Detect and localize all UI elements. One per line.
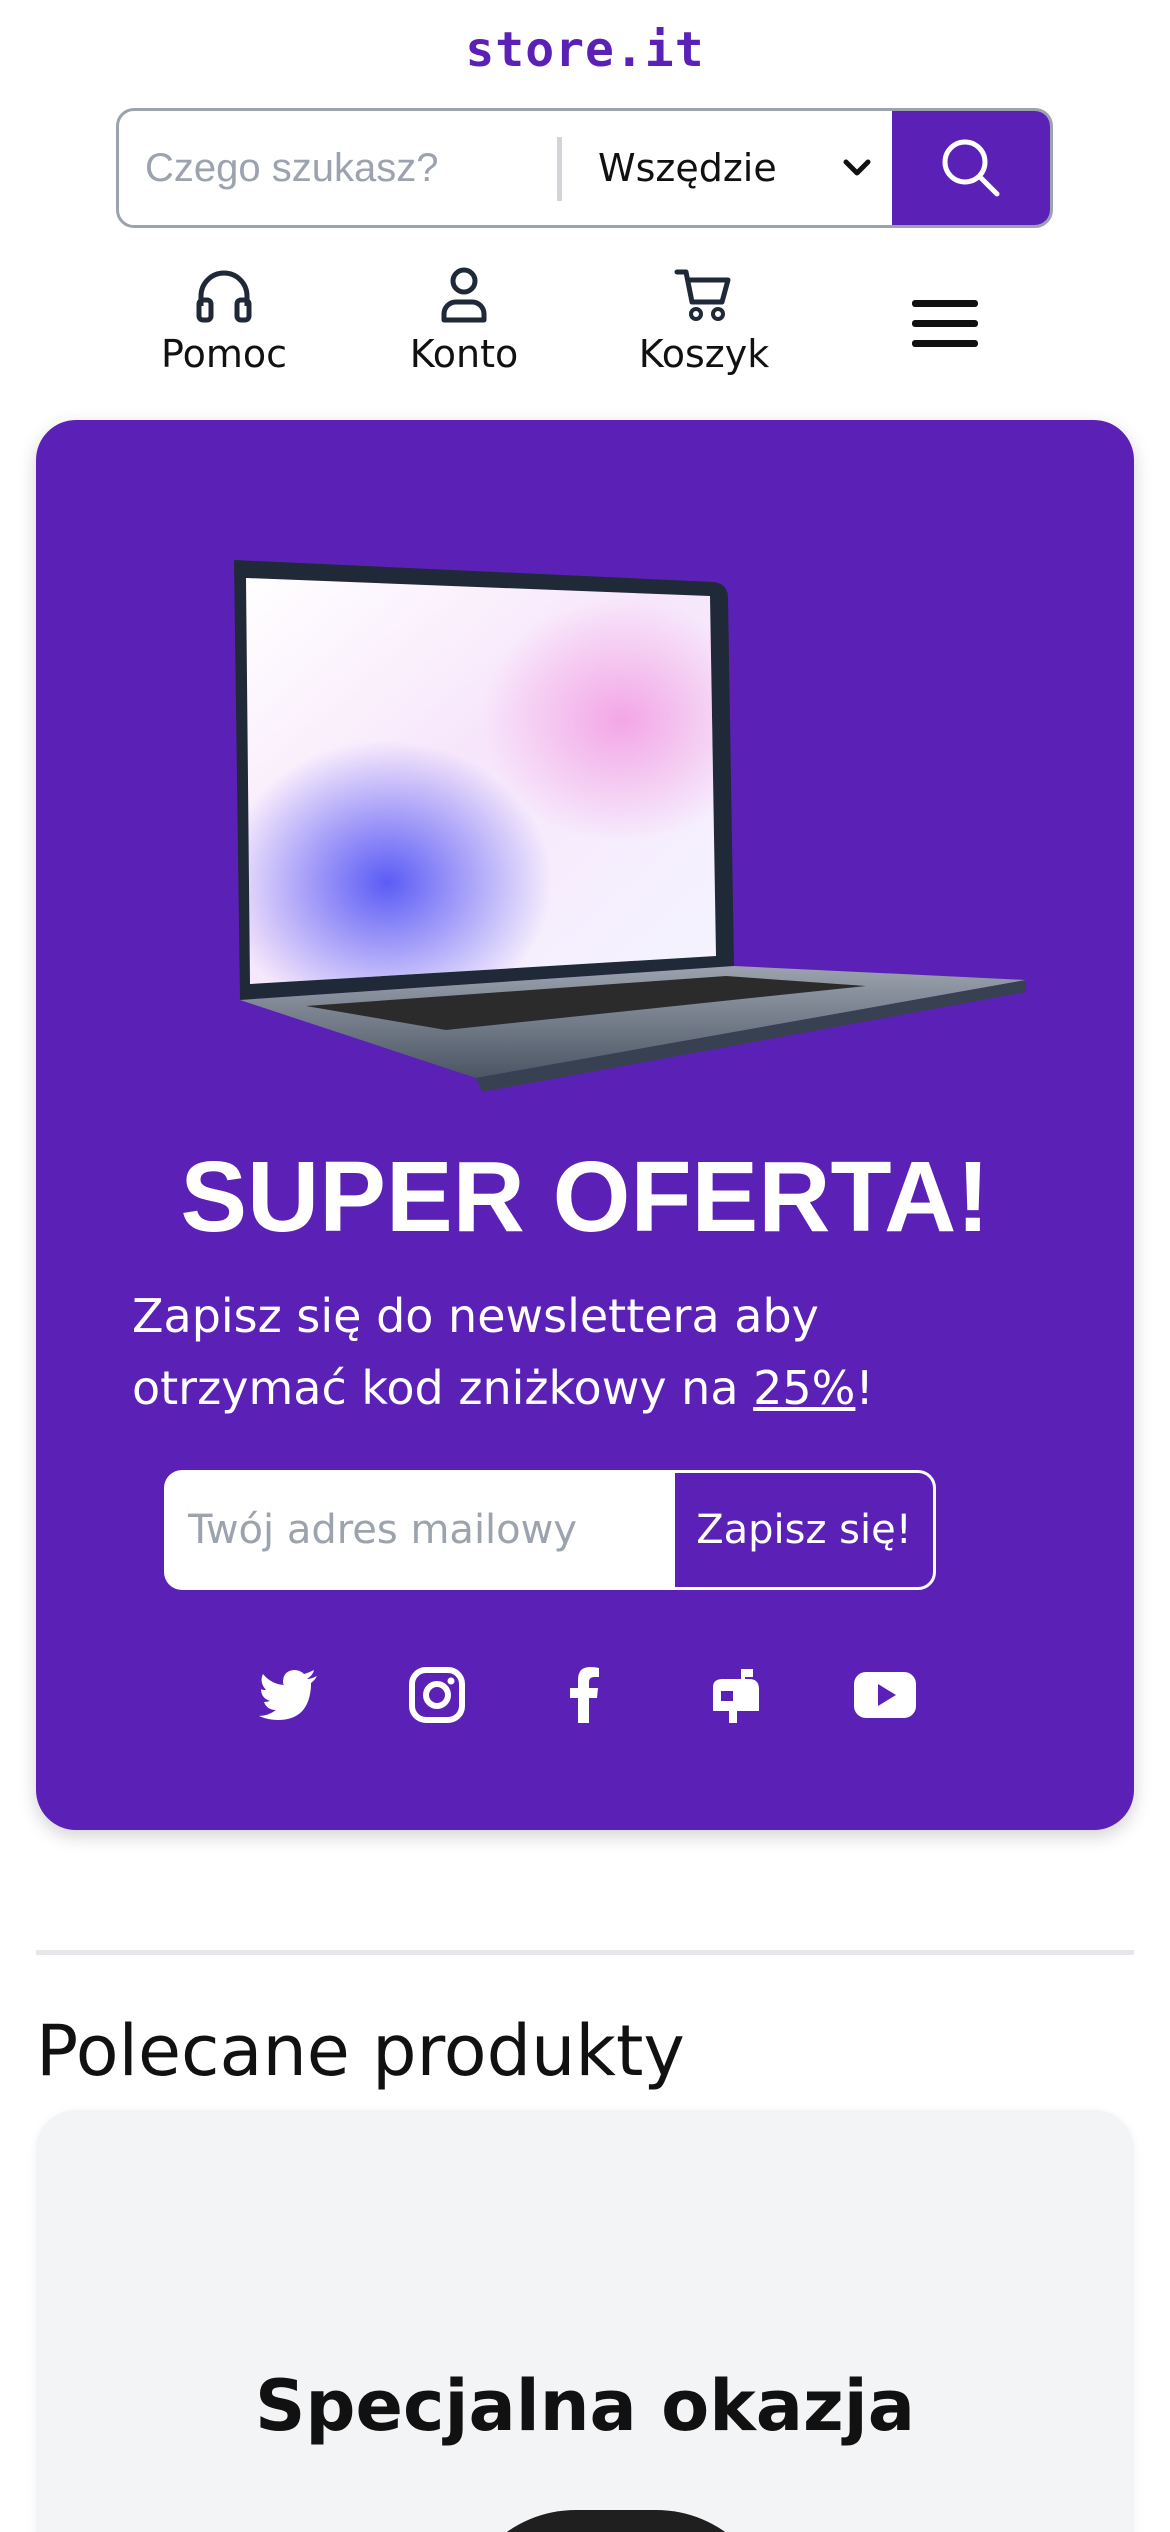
- headphones-icon: [196, 270, 252, 323]
- search-button[interactable]: [892, 111, 1050, 225]
- nav-item-cart[interactable]: Koszyk: [594, 254, 814, 376]
- promo-description: Zapisz się do newslettera aby otrzymać k…: [132, 1280, 1032, 1424]
- email-field[interactable]: [164, 1470, 672, 1590]
- mailbox-link[interactable]: [700, 1660, 770, 1730]
- product-card[interactable]: Specjalna okazja: [36, 2110, 1134, 2532]
- search-input[interactable]: [119, 111, 557, 225]
- youtube-link[interactable]: [850, 1660, 920, 1730]
- search-scope-select[interactable]: Wszędzie: [562, 111, 892, 225]
- instagram-link[interactable]: [402, 1660, 472, 1730]
- promo-discount: 25%: [753, 1361, 856, 1415]
- newsletter-form: Zapisz się!: [164, 1470, 936, 1590]
- nav-item-account[interactable]: Konto: [354, 254, 574, 376]
- promo-text-before: Zapisz się do newslettera aby otrzymać k…: [132, 1289, 819, 1415]
- search-icon: [942, 139, 1000, 197]
- facebook-icon: [570, 1667, 599, 1723]
- store-logo[interactable]: store.it: [0, 22, 1170, 78]
- social-links: [36, 1660, 1134, 1730]
- nav-label-account: Konto: [409, 332, 519, 376]
- search-bar: Wszędzie: [116, 108, 1053, 228]
- promo-banner: SUPER OFERTA! Zapisz się do newslettera …: [36, 420, 1134, 1830]
- top-nav: Pomoc Konto Koszyk: [0, 254, 1170, 384]
- hamburger-menu-icon: [912, 300, 978, 347]
- product-image: [456, 2510, 776, 2532]
- youtube-icon: [854, 1672, 916, 1718]
- promo-title: SUPER OFERTA!: [180, 1141, 990, 1253]
- menu-button[interactable]: [910, 294, 980, 354]
- instagram-icon: [409, 1667, 465, 1723]
- featured-products-title: Polecane produkty: [36, 2010, 685, 2092]
- facebook-link[interactable]: [550, 1660, 620, 1730]
- twitter-icon: [259, 1670, 317, 1720]
- chevron-down-icon: [843, 159, 871, 176]
- laptop-image: [234, 560, 1026, 1092]
- nav-label-help: Pomoc: [161, 332, 287, 376]
- nav-item-help[interactable]: Pomoc: [114, 254, 334, 376]
- nav-label-cart: Koszyk: [638, 332, 770, 376]
- section-divider: [36, 1950, 1134, 1955]
- user-icon: [441, 267, 487, 323]
- mailbox-icon: [713, 1669, 759, 1723]
- promo-text-after: !: [855, 1361, 874, 1415]
- twitter-link[interactable]: [254, 1660, 324, 1730]
- product-card-title: Specjalna okazja: [254, 2365, 915, 2447]
- search-scope-value: Wszędzie: [598, 146, 777, 190]
- subscribe-button[interactable]: Zapisz się!: [672, 1470, 936, 1590]
- cart-icon: [674, 269, 731, 321]
